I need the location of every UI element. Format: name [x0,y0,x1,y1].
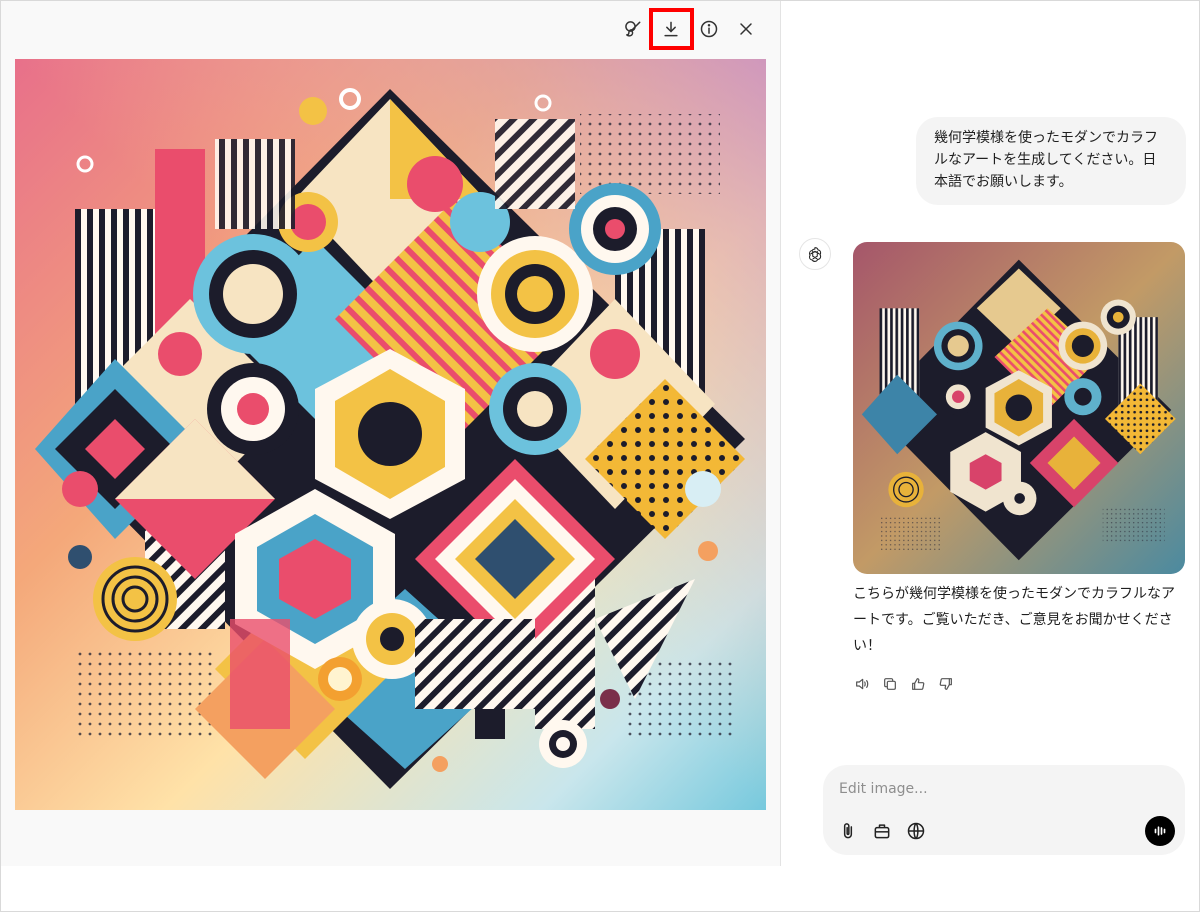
speaker-icon [856,678,869,690]
edit-image-input[interactable] [839,777,1159,801]
thumbs-up-button[interactable] [909,675,927,693]
info-icon [700,20,718,38]
close-button[interactable] [730,13,762,45]
assistant-avatar [799,238,831,270]
openai-logo-icon [808,247,822,262]
thumbs-down-icon [939,678,952,690]
toolbox-icon [874,824,890,839]
attach-button[interactable] [837,820,859,842]
thumbs-down-button[interactable] [937,675,955,693]
generated-artwork [15,59,766,810]
copy-button[interactable] [881,675,899,693]
image-viewer [1,1,780,866]
message-actions [853,675,955,693]
user-message: 幾何学模様を使ったモダンでカラフルなアートを生成してください。日本語でお願いしま… [916,117,1186,205]
assistant-message: こちらが幾何学模様を使ったモダンでカラフルなアートです。ご覧いただき、ご意見をお… [853,586,1175,654]
paperclip-icon [843,823,853,839]
thumbs-up-icon [912,678,925,690]
voice-mode-button[interactable] [1145,816,1175,846]
globe-icon [907,822,925,840]
chat-panel: 幾何学模様を使ったモダンでカラフルなアートを生成してください。日本語でお願いしま… [781,1,1199,866]
message-composer [823,765,1185,855]
web-search-button[interactable] [905,820,927,842]
tools-button[interactable] [871,820,893,842]
read-aloud-button[interactable] [853,675,871,693]
waveform-icon [1154,826,1166,836]
generated-image-thumbnail[interactable] [853,242,1185,574]
close-icon [740,23,752,35]
download-highlight-box [649,8,694,50]
edit-brush-icon[interactable] [617,13,649,45]
info-button[interactable] [693,13,725,45]
copy-icon [884,678,896,690]
